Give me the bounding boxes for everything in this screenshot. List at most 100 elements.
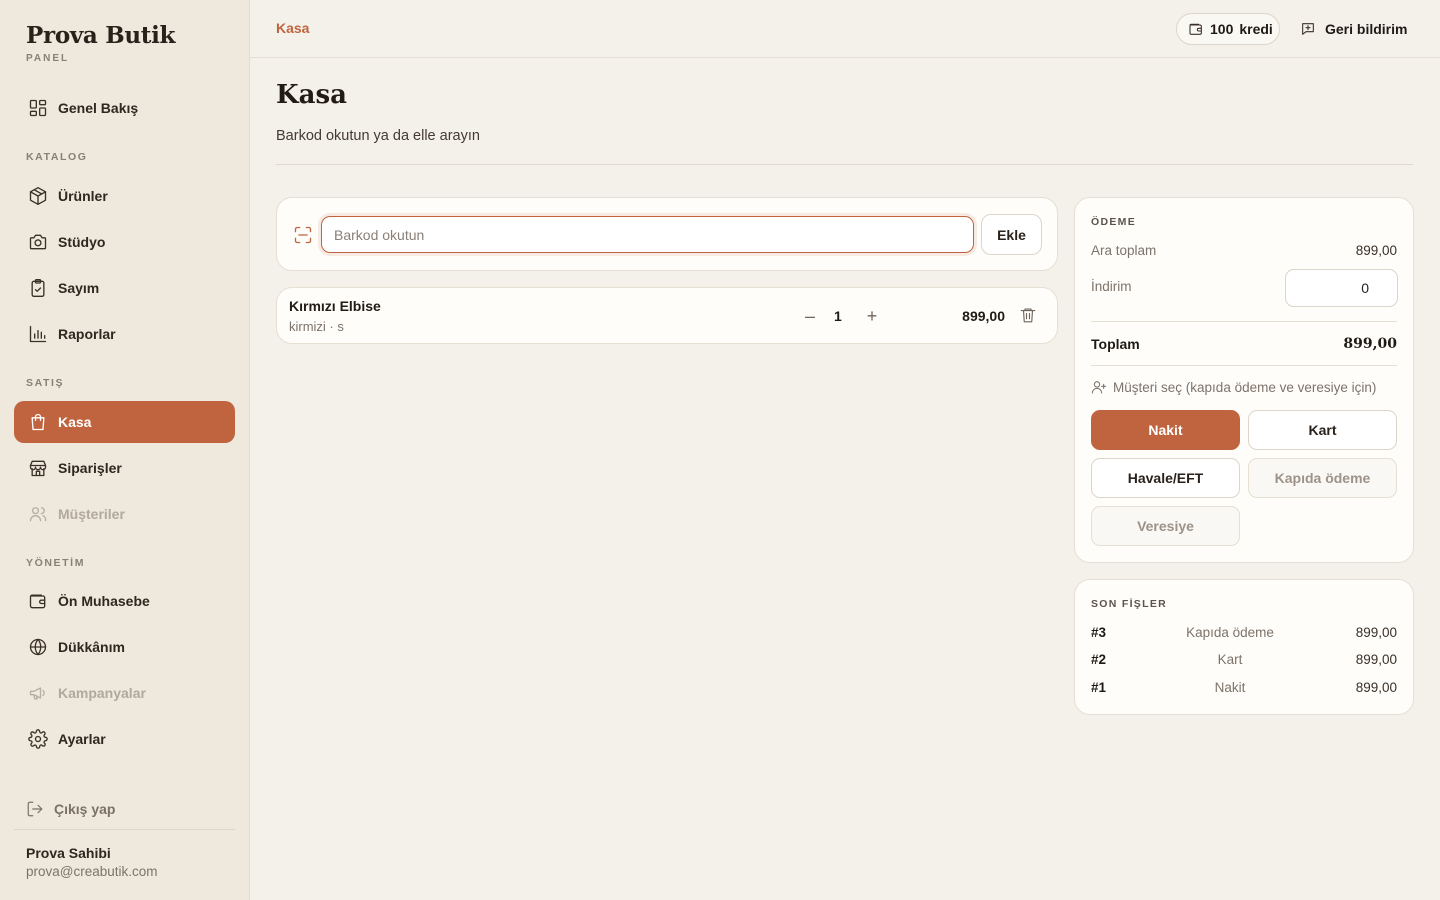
section-label-sales: SATIŞ [26,377,65,389]
payment-divider [1091,321,1397,322]
brand-name: Prova Butik [26,22,176,49]
select-customer-label: Müşteri seç [1113,379,1183,395]
feedback-button[interactable]: Geri bildirim [1300,13,1407,45]
cart-item-price: 899,00 [962,308,1005,324]
sidebar-item-count[interactable]: Sayım [14,267,235,309]
discount-label: İndirim [1091,279,1132,294]
camera-icon [27,231,49,253]
sidebar-item-reports[interactable]: Raporlar [14,313,235,355]
gear-icon [27,728,49,750]
scan-icon[interactable] [293,225,313,245]
shopping-bag-icon [27,411,49,433]
pay-credit-button[interactable]: Veresiye [1091,506,1240,546]
payment-card: ÖDEME Ara toplam 899,00 İndirim 0 Toplam… [1074,197,1414,563]
receipt-amount: 899,00 [1355,680,1397,695]
pay-cash-button[interactable]: Nakit [1091,410,1240,450]
add-button[interactable]: Ekle [981,214,1042,255]
user-email: prova@creabutik.com [26,864,158,879]
wallet-icon [1189,23,1202,35]
sidebar-item-label: Ön Muhasebe [58,593,150,609]
megaphone-icon [27,682,49,704]
receipts-title: SON FİŞLER [1091,598,1168,610]
receipt-method: Kapıda ödeme [1186,625,1274,640]
sidebar-item-label: Sayım [58,280,100,296]
sidebar-item-label: Siparişler [58,460,122,476]
topbar: Kasa 100 kredi Geri bildirim [250,0,1440,58]
logout-button[interactable]: Çıkış yap [26,800,115,818]
select-customer-hint: (kapıda ödeme ve veresiye için) [1185,379,1377,395]
sidebar-item-label: Dükkânım [58,639,125,655]
bar-chart-icon [27,323,49,345]
message-plus-icon [1302,23,1314,35]
sidebar-item-label: Raporlar [58,326,116,342]
sidebar-item-label: Kampanyalar [58,685,146,701]
breadcrumb[interactable]: Kasa [276,20,309,36]
sidebar-item-studio[interactable]: Stüdyo [14,221,235,263]
globe-icon [27,636,49,658]
credit-unit: kredi [1239,21,1273,37]
sidebar-item-shop[interactable]: Dükkânım [14,626,235,668]
pay-card-button[interactable]: Kart [1248,410,1397,450]
barcode-card: Ekle [276,197,1058,271]
sidebar-item-label: Müşteriler [58,506,125,522]
cart-item-qty: 1 [834,308,842,324]
receipt-id[interactable]: #2 [1091,652,1106,667]
sidebar-item-products[interactable]: Ürünler [14,175,235,217]
receipt-method: Nakit [1214,680,1246,695]
users-icon [27,503,49,525]
pay-cod-button[interactable]: Kapıda ödeme [1248,458,1397,498]
subtotal-label: Ara toplam [1091,243,1157,258]
credit-badge[interactable]: 100 kredi [1176,13,1280,45]
user-plus-icon [1091,381,1107,394]
section-label-catalog: KATALOG [26,151,88,163]
total-value: 899,00 [1343,336,1397,352]
recent-receipts-card: SON FİŞLER #3 Kapıda ödeme 899,00 #2 Kar… [1074,579,1414,715]
decrease-qty-button[interactable]: – [799,305,821,327]
payment-title: ÖDEME [1091,216,1137,228]
sidebar-item-overview[interactable]: Genel Bakış [14,87,235,129]
sidebar-item-customers[interactable]: Müşteriler [14,493,235,535]
sidebar-item-settings[interactable]: Ayarlar [14,718,235,760]
credit-amount: 100 [1210,21,1234,37]
sidebar-item-label: Genel Bakış [58,100,139,116]
logout-label: Çıkış yap [54,801,116,817]
cart-item-name: Kırmızı Elbise [289,298,381,314]
logout-icon [27,801,43,817]
clipboard-icon [27,277,49,299]
sidebar-item-label: Stüdyo [58,234,106,250]
discount-input[interactable]: 0 [1285,269,1398,307]
total-label: Toplam [1091,336,1140,352]
sidebar-item-checkout[interactable]: Kasa [14,401,235,443]
page-title: Kasa [276,80,347,110]
sidebar-item-campaigns[interactable]: Kampanyalar [14,672,235,714]
brand: Prova Butik PANEL [26,22,175,64]
receipt-amount: 899,00 [1355,625,1397,640]
sidebar: Prova Butik PANEL Genel Bakış KATALOG Ür… [0,0,250,900]
sidebar-item-accounting[interactable]: Ön Muhasebe [14,580,235,622]
select-customer-button[interactable]: Müşteri seç (kapıda ödeme ve veresiye iç… [1091,379,1376,395]
brand-subtitle: PANEL [26,53,70,64]
store-icon [27,457,49,479]
grid-icon [27,97,49,119]
section-label-management: YÖNETİM [26,557,86,569]
sidebar-divider [14,829,235,830]
cart-item: Kırmızı Elbise kirmizi · s – 1 + 899,00 [276,287,1058,344]
receipt-id[interactable]: #1 [1091,680,1106,695]
barcode-input[interactable] [321,216,974,253]
trash-icon[interactable] [1019,306,1039,326]
increase-qty-button[interactable]: + [861,305,883,327]
receipt-amount: 899,00 [1355,652,1397,667]
user-name: Prova Sahibi [26,845,111,861]
header-divider [276,164,1413,165]
sidebar-item-orders[interactable]: Siparişler [14,447,235,489]
box-icon [27,185,49,207]
sidebar-item-label: Ayarlar [58,731,106,747]
subtotal-value: 899,00 [1355,243,1397,258]
receipt-id[interactable]: #3 [1091,625,1106,640]
pay-transfer-button[interactable]: Havale/EFT [1091,458,1240,498]
feedback-label: Geri bildirim [1325,21,1408,37]
sidebar-item-label: Kasa [58,414,92,430]
cart-item-variant: kirmizi · s [289,319,344,334]
page-subtitle: Barkod okutun ya da elle arayın [276,128,480,144]
receipt-method: Kart [1217,652,1243,667]
